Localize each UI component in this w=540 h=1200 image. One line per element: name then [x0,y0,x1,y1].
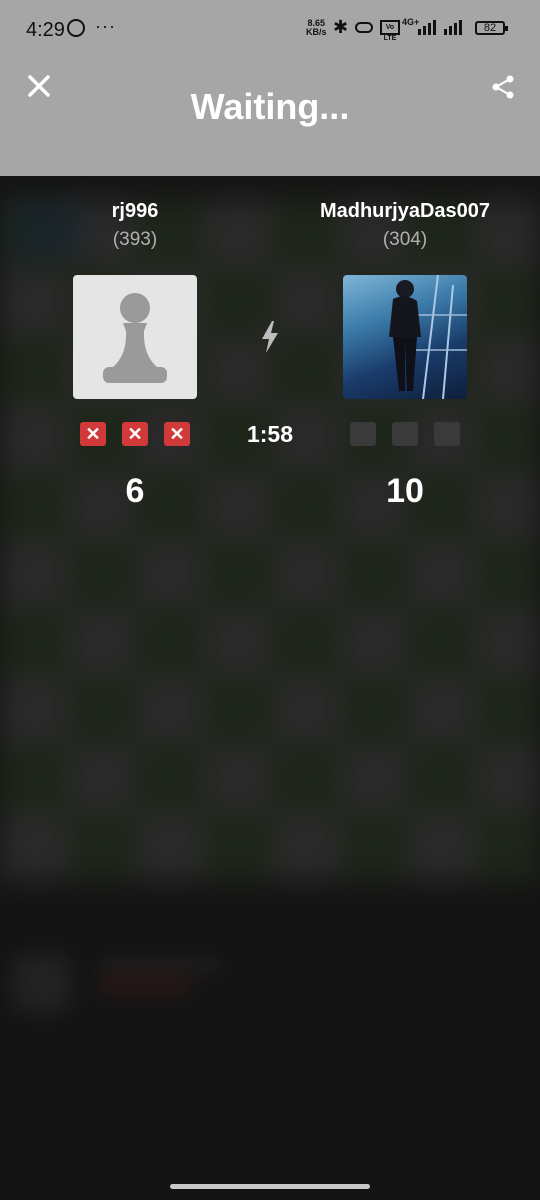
volte-icon: Vo LTE [380,20,400,42]
lightning-icon [262,321,278,353]
hotspot-link-icon [355,22,373,33]
player-name: rj996 [111,200,159,222]
player-left: rj996 (393) [35,200,235,251]
player-right-results [350,422,460,446]
empty-mark [434,422,460,446]
more-notifications-icon: ··· [95,16,116,36]
loss-mark: ✕ [164,422,190,446]
countdown-timer: 1:58 [246,421,294,447]
player-score: 10 [386,472,424,510]
signal-icon [418,19,436,35]
bluetooth-icon: ✱ [333,17,349,37]
player-right: MadhurjyaDas007 (304) [305,200,505,251]
gesture-nav-bar[interactable] [170,1184,370,1189]
waiting-header: Waiting... [0,58,540,176]
avatar[interactable] [73,275,197,399]
profile-photo [389,275,467,399]
battery-icon: 82 [475,21,508,35]
dim-overlay [0,0,540,1200]
status-time: 4:29 [26,19,65,41]
network-type: 4G+ [402,17,420,27]
player-rating: (393) [112,229,158,250]
loss-mark: ✕ [80,422,106,446]
player-name: MadhurjyaDas007 [319,200,491,222]
blurred-background [0,0,540,1200]
empty-mark [350,422,376,446]
avatar[interactable] [343,275,467,399]
network-speed-unit: KB/s [306,27,327,37]
whatsapp-icon [67,19,85,37]
pawn-icon [103,293,167,383]
loss-mark: ✕ [122,422,148,446]
status-bar: 4:29 ··· 8.65 KB/s ✱ Vo LTE 4G+ 82 [0,0,540,58]
player-score: 6 [125,472,145,510]
empty-mark [392,422,418,446]
signal-icon [444,19,462,35]
player-rating: (304) [382,229,428,250]
page-title: Waiting... [190,86,350,127]
network-speed: 8.65 KB/s [306,19,327,37]
player-left-results: ✕ ✕ ✕ [80,422,190,446]
